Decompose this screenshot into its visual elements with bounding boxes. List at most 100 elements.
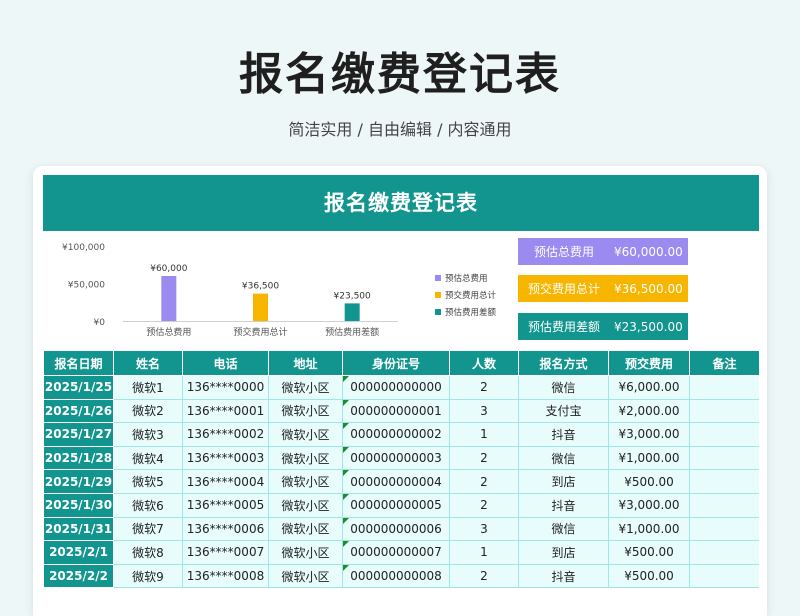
table-cell[interactable]: 2025/1/29 (43, 469, 114, 494)
table-cell[interactable] (689, 540, 759, 565)
table-cell[interactable]: ¥500.00 (608, 540, 690, 565)
table-cell[interactable]: 微软小区 (268, 375, 343, 400)
stat-difference[interactable]: 预估费用差额 ¥23,500.00 (518, 313, 688, 340)
page-subtitle: 简洁实用 / 自由编辑 / 内容通用 (288, 120, 512, 139)
spreadsheet-card: 报名缴费登记表 ¥0 ¥50,000 ¥100,000 ¥60,000 预估总费用 ¥36… (33, 166, 767, 616)
table-cell[interactable]: 微信 (518, 516, 609, 542)
table-cell[interactable]: 微软小区 (268, 563, 343, 589)
table-cell[interactable]: ¥1,000.00 (608, 516, 690, 542)
table-cell[interactable]: 微信 (518, 375, 609, 400)
table-cell[interactable]: 2 (449, 469, 519, 494)
table-cell[interactable]: ¥3,000.00 (608, 492, 690, 518)
column-header[interactable]: 姓名 (113, 350, 183, 376)
column-header[interactable]: 电话 (182, 350, 269, 376)
table-cell[interactable]: 136****0006 (182, 516, 269, 542)
registration-table-wrapper: 报名日期 姓名 电话 地址 身份证号 人数 报名方式 预交费用 备注 2025/1/25 微软1 1… (43, 350, 759, 616)
column-header[interactable]: 报名方式 (518, 350, 609, 376)
table-cell[interactable]: 微软8 (113, 540, 183, 565)
table-cell[interactable]: 000000000000 (342, 375, 450, 400)
table-cell[interactable]: 136****0003 (182, 445, 269, 471)
table-cell[interactable]: 微软小区 (268, 492, 343, 518)
table-cell[interactable]: 微软3 (113, 422, 183, 447)
table-cell[interactable] (689, 422, 759, 447)
table-cell[interactable]: 微软7 (113, 516, 183, 542)
table-cell[interactable] (689, 516, 759, 542)
data-label: ¥60,000 (150, 264, 187, 274)
column-header[interactable]: 预交费用 (608, 350, 690, 376)
table-cell[interactable]: 微软小区 (268, 422, 343, 447)
column-header[interactable]: 地址 (268, 350, 343, 376)
table-cell[interactable]: 2025/1/27 (43, 422, 114, 447)
table-cell[interactable]: ¥1,000.00 (608, 445, 690, 471)
table-cell[interactable]: 000000000008 (342, 563, 450, 589)
table-cell[interactable]: 微软1 (113, 375, 183, 400)
table-cell[interactable]: 微软9 (113, 563, 183, 589)
table-cell[interactable]: 000000000003 (342, 445, 450, 471)
table-cell[interactable]: 2 (449, 492, 519, 518)
table-cell[interactable] (689, 469, 759, 494)
table-cell[interactable]: ¥3,000.00 (608, 422, 690, 447)
column-header[interactable]: 报名日期 (43, 350, 114, 376)
table-cell[interactable]: ¥6,000.00 (608, 375, 690, 400)
table-cell[interactable]: 3 (449, 398, 519, 424)
stat-estimated-total[interactable]: 预估总费用 ¥60,000.00 (518, 238, 688, 265)
table-cell[interactable]: 微软小区 (268, 398, 343, 424)
table-cell[interactable]: 微软小区 (268, 445, 343, 471)
table-cell[interactable]: 到店 (518, 540, 609, 565)
table-cell[interactable] (689, 398, 759, 424)
table-cell[interactable]: 136****0004 (182, 469, 269, 494)
table-cell[interactable]: 2 (449, 445, 519, 471)
table-cell[interactable]: 000000000002 (342, 422, 450, 447)
table-cell[interactable]: ¥500.00 (608, 469, 690, 494)
table-cell[interactable]: 2025/2/2 (43, 563, 114, 589)
table-cell[interactable]: 000000000006 (342, 516, 450, 542)
table-cell[interactable]: 微软小区 (268, 516, 343, 542)
table-cell[interactable]: 2025/1/25 (43, 375, 114, 400)
table-cell[interactable]: 2025/1/31 (43, 516, 114, 542)
stat-prepaid-total[interactable]: 预交费用总计 ¥36,500.00 (518, 275, 688, 302)
table-cell[interactable]: 136****0008 (182, 563, 269, 589)
summary-bar-chart[interactable]: ¥0 ¥50,000 ¥100,000 ¥60,000 预估总费用 ¥36,500 预交费用… (43, 234, 503, 349)
table-cell[interactable]: 微软4 (113, 445, 183, 471)
table-cell[interactable]: 抖音 (518, 422, 609, 447)
table-cell[interactable]: 000000000007 (342, 540, 450, 565)
table-cell[interactable] (689, 492, 759, 518)
table-cell[interactable]: 2025/1/28 (43, 445, 114, 471)
column-header[interactable]: 人数 (449, 350, 519, 376)
table-cell[interactable]: 2025/1/30 (43, 492, 114, 518)
sheet-title[interactable]: 报名缴费登记表 (43, 175, 759, 231)
table-cell[interactable]: 抖音 (518, 492, 609, 518)
table-cell[interactable]: 1 (449, 540, 519, 565)
table-cell[interactable]: ¥500.00 (608, 563, 690, 589)
table-cell[interactable]: 000000000001 (342, 398, 450, 424)
table-cell[interactable]: 支付宝 (518, 398, 609, 424)
table-cell[interactable]: 2 (449, 563, 519, 589)
table-cell[interactable]: 微软小区 (268, 540, 343, 565)
table-cell[interactable]: 1 (449, 422, 519, 447)
table-cell[interactable]: 微软6 (113, 492, 183, 518)
table-cell[interactable]: 3 (449, 516, 519, 542)
table-row: 2025/1/31 微软7 136****0006 微软小区 000000000006 3… (43, 516, 759, 542)
table-cell[interactable]: 136****0000 (182, 375, 269, 400)
table-cell[interactable]: 微软5 (113, 469, 183, 494)
table-cell[interactable]: 微软2 (113, 398, 183, 424)
table-cell[interactable]: 到店 (518, 469, 609, 494)
table-cell[interactable]: 2025/2/1 (43, 540, 114, 565)
column-header[interactable]: 备注 (689, 350, 759, 376)
table-cell[interactable]: 2025/1/26 (43, 398, 114, 424)
table-cell[interactable]: ¥2,000.00 (608, 398, 690, 424)
table-cell[interactable]: 136****0005 (182, 492, 269, 518)
table-cell[interactable]: 抖音 (518, 563, 609, 589)
table-cell[interactable]: 000000000005 (342, 492, 450, 518)
table-cell[interactable]: 微信 (518, 445, 609, 471)
column-header[interactable]: 身份证号 (342, 350, 450, 376)
table-cell[interactable]: 136****0001 (182, 398, 269, 424)
table-cell[interactable] (689, 375, 759, 400)
table-cell[interactable]: 136****0002 (182, 422, 269, 447)
table-cell[interactable] (689, 445, 759, 471)
table-cell[interactable]: 136****0007 (182, 540, 269, 565)
table-cell[interactable]: 000000000004 (342, 469, 450, 494)
table-cell[interactable]: 2 (449, 375, 519, 400)
table-cell[interactable] (689, 563, 759, 589)
table-cell[interactable]: 微软小区 (268, 469, 343, 494)
